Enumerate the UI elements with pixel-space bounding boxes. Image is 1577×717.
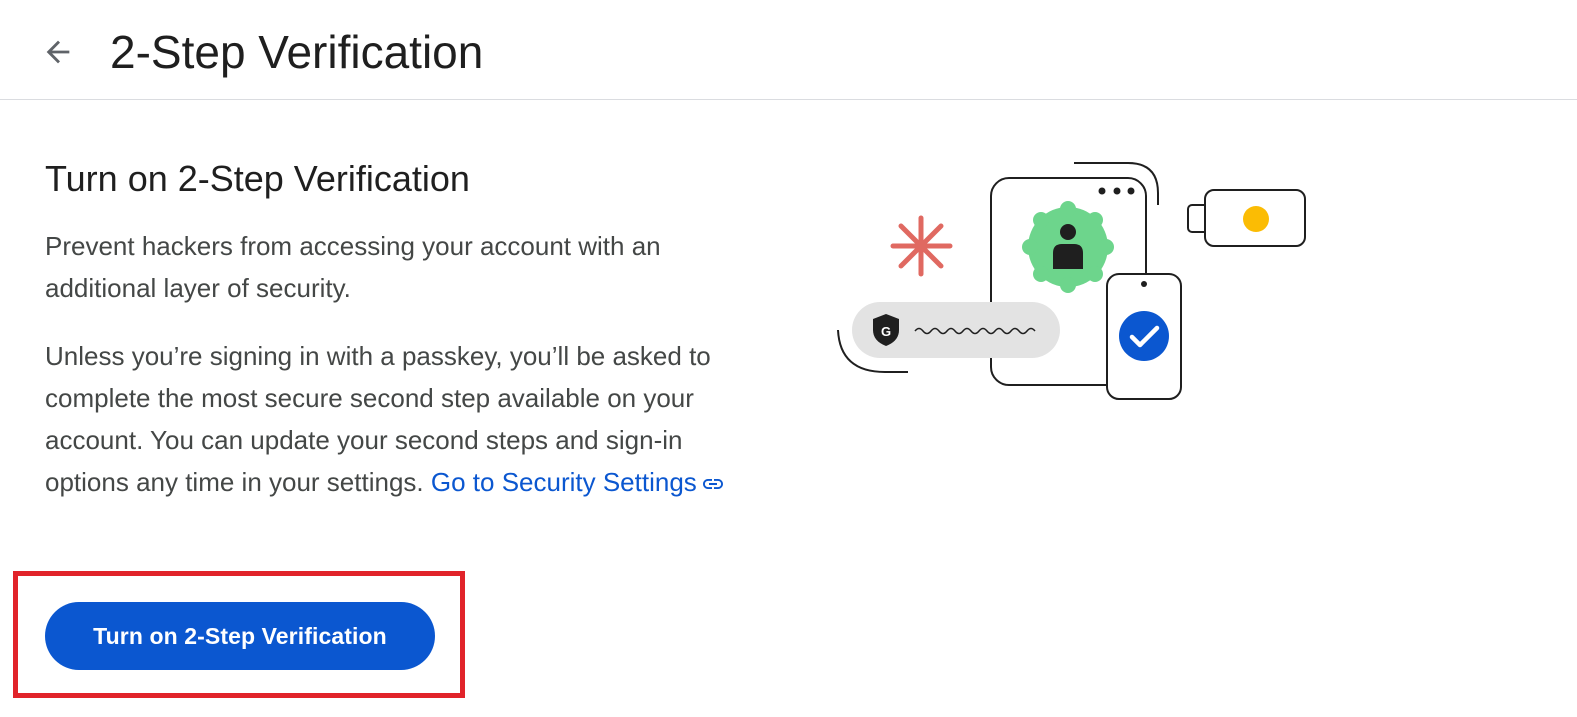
page-header: 2-Step Verification: [0, 0, 1577, 100]
intro-text: Prevent hackers from accessing your acco…: [45, 231, 661, 303]
checkmark-icon: [1119, 311, 1169, 361]
page-title: 2-Step Verification: [110, 26, 484, 78]
turn-on-2sv-button[interactable]: Turn on 2-Step Verification: [45, 602, 435, 670]
svg-text:G: G: [881, 324, 891, 339]
link-icon: [702, 479, 723, 490]
asterisk-icon: [890, 215, 953, 277]
main-content: Turn on 2-Step Verification Prevent hack…: [45, 155, 765, 529]
section-title: Turn on 2-Step Verification: [45, 158, 470, 199]
security-settings-link-label: Go to Security Settings: [430, 467, 697, 497]
detail-paragraph: Unless you’re signing in with a passkey,…: [45, 335, 765, 503]
security-settings-link[interactable]: Go to Security Settings: [431, 467, 725, 497]
arrow-back-icon: [46, 40, 70, 64]
security-illustration: G: [837, 162, 1306, 400]
person-icon: [1022, 201, 1114, 293]
security-key-icon: [1187, 189, 1306, 247]
back-button[interactable]: [34, 28, 82, 76]
